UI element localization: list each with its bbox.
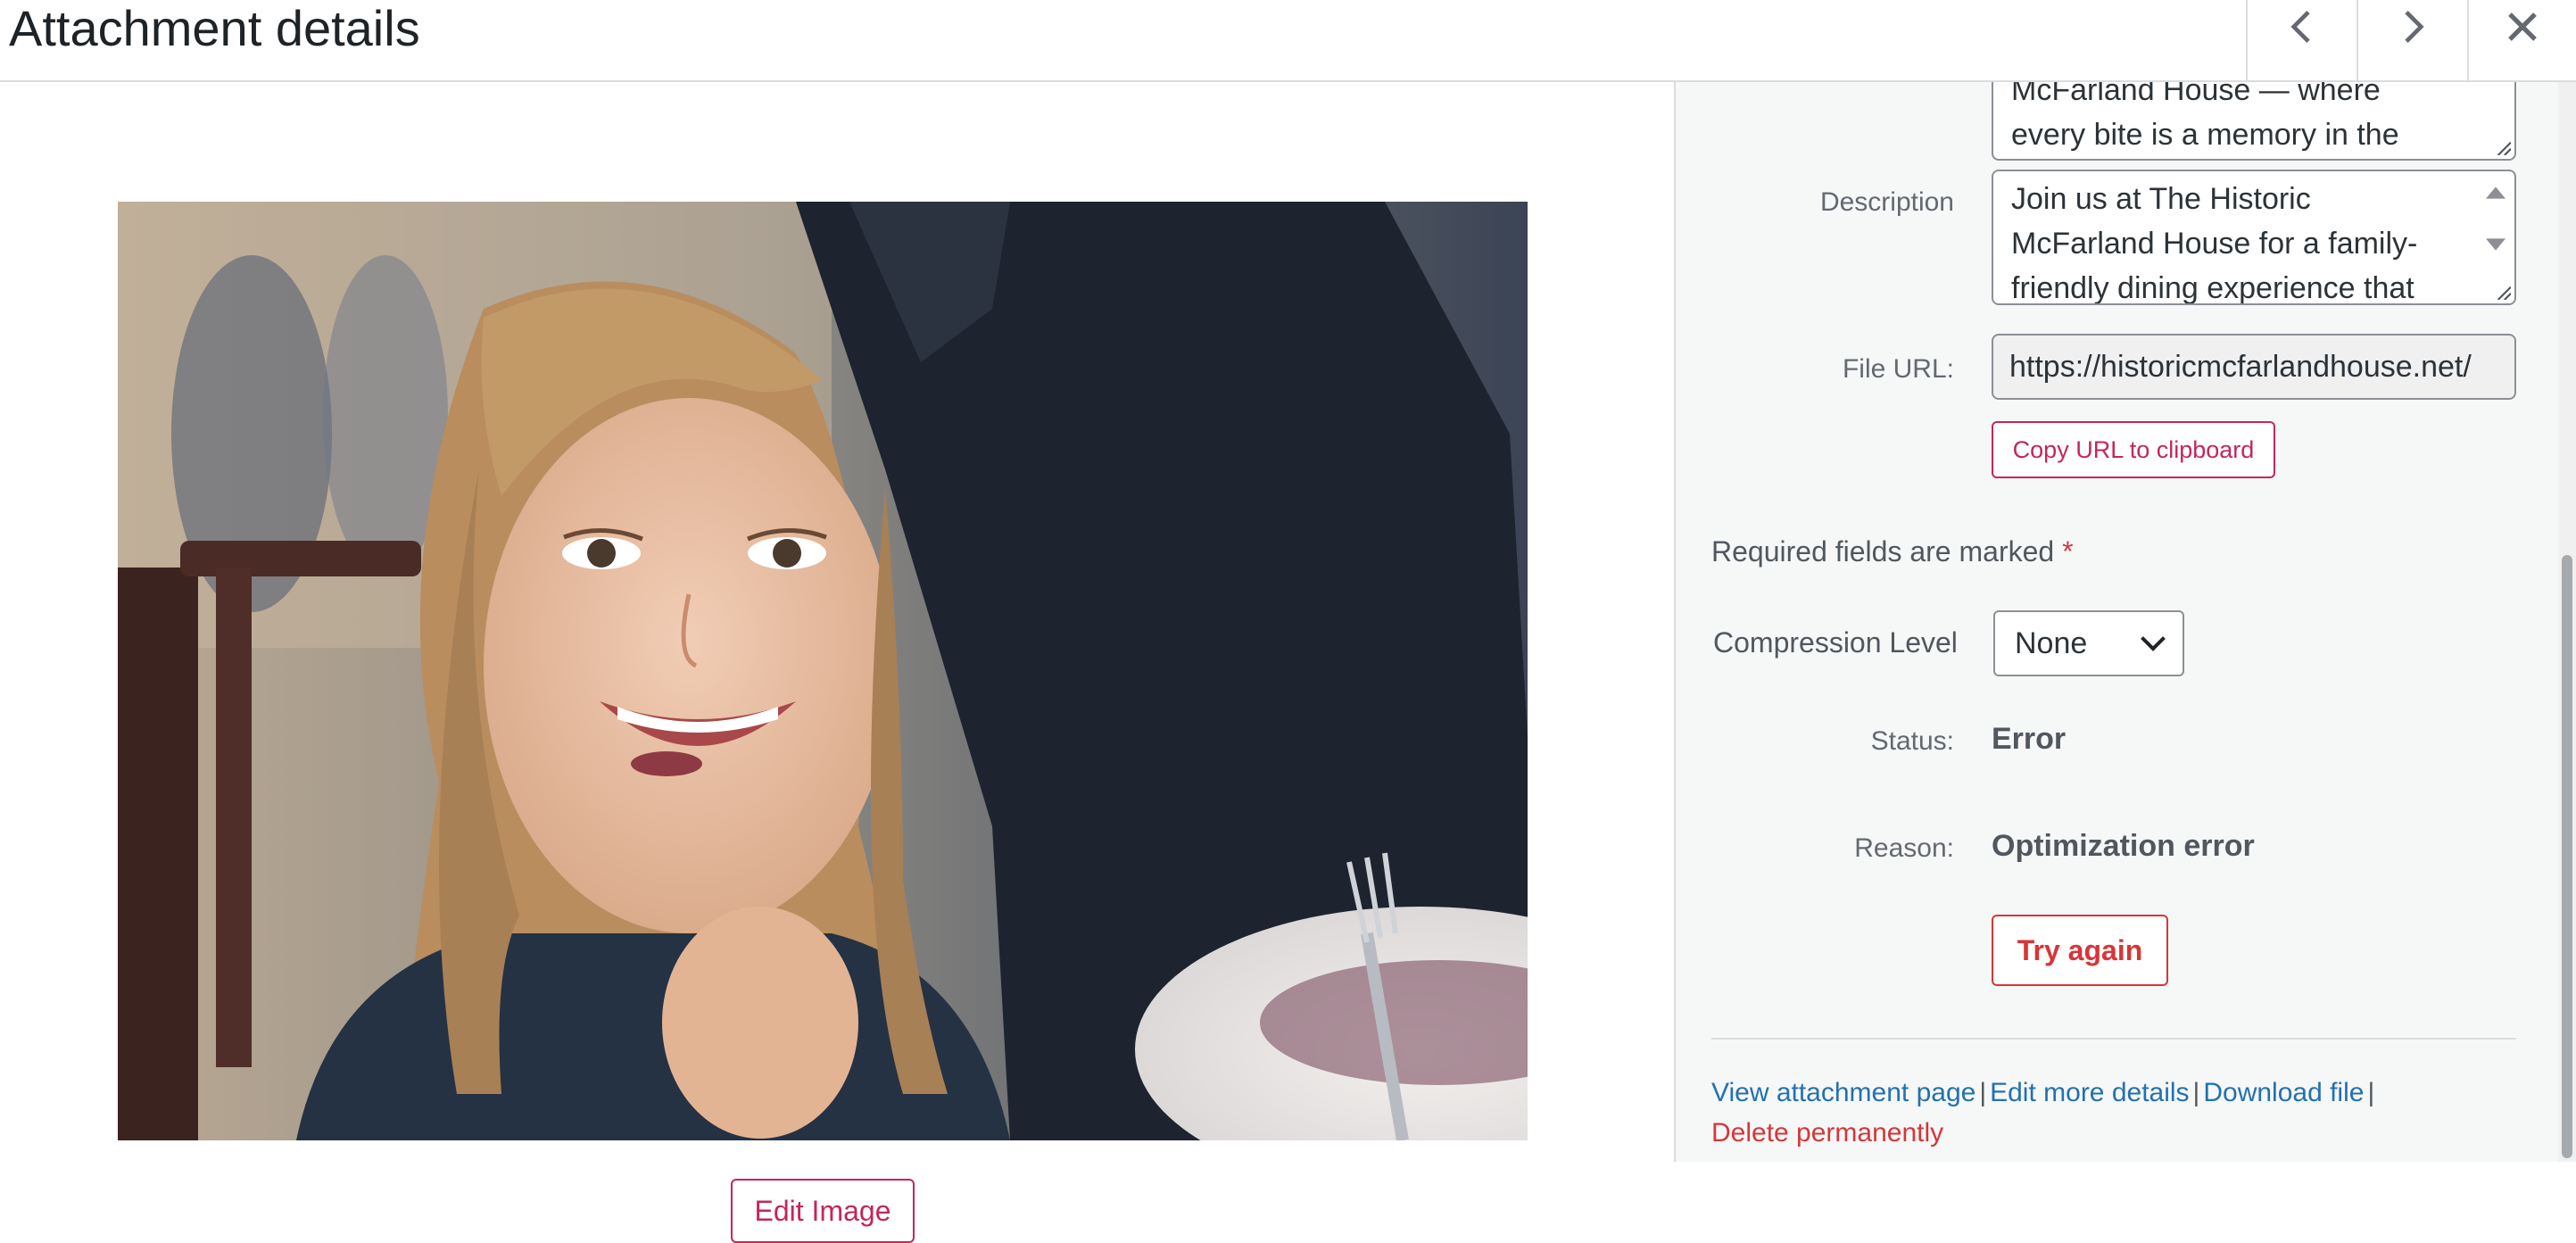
chevron-left-icon (2290, 11, 2310, 43)
download-file-link[interactable]: Download file (2203, 1078, 2364, 1107)
required-text: Required fields are marked (1711, 535, 2055, 568)
file-url-label: File URL: (1842, 354, 1954, 384)
scroll-up-icon[interactable] (2486, 186, 2506, 200)
attachment-image (118, 202, 1528, 1140)
close-button[interactable] (2467, 0, 2576, 82)
previous-button[interactable] (2246, 0, 2357, 82)
attachment-settings: McFarland House — where every bite is a … (1674, 82, 2576, 1162)
attachment-media-view: Edit Image (0, 82, 1674, 1243)
separator: | (2192, 1078, 2200, 1107)
next-button[interactable] (2357, 0, 2467, 82)
edit-image-button[interactable]: Edit Image (731, 1179, 915, 1243)
reason-label: Reason: (1854, 833, 1954, 863)
resize-grip-icon (2497, 286, 2511, 300)
description-label: Description (1819, 187, 1954, 217)
compression-level-label: Compression Level (1713, 626, 1958, 659)
try-again-button[interactable]: Try again (1992, 915, 2168, 986)
scrollbar-thumb[interactable] (2562, 555, 2572, 1158)
chevron-down-icon (2141, 636, 2166, 651)
caption-text: McFarland House — where every bite is a … (2011, 82, 2399, 152)
resize-grip-icon (2497, 141, 2511, 155)
view-attachment-link[interactable]: View attachment page (1711, 1078, 1975, 1107)
photo-illustration (118, 202, 1528, 1140)
page-title: Attachment details (9, 0, 420, 56)
description-textarea[interactable]: Join us at The Historic McFarland House … (1992, 170, 2516, 305)
modal-header: Attachment details (0, 0, 2576, 82)
status-label: Status: (1870, 726, 1954, 756)
status-value: Error (1992, 722, 2067, 756)
file-url-input[interactable]: https://historicmcfarlandhouse.net/ (1992, 334, 2516, 400)
separator: | (1979, 1078, 1987, 1107)
reason-value: Optimization error (1992, 829, 2255, 863)
scrollbar[interactable] (2558, 82, 2576, 1162)
chevron-right-icon (2405, 11, 2424, 43)
edit-more-details-link[interactable]: Edit more details (1990, 1078, 2189, 1107)
close-icon (2508, 12, 2537, 41)
copy-url-button[interactable]: Copy URL to clipboard (1992, 421, 2275, 478)
divider (1711, 1038, 2516, 1040)
description-text: Join us at The Historic McFarland House … (2011, 182, 2418, 305)
delete-permanently-link[interactable]: Delete permanently (1711, 1118, 1943, 1148)
required-star: * (2062, 535, 2074, 568)
caption-textarea[interactable]: McFarland House — where every bite is a … (1992, 82, 2516, 161)
scroll-down-icon[interactable] (2486, 237, 2506, 252)
compression-level-select[interactable]: None (1993, 610, 2184, 676)
separator: | (2367, 1078, 2375, 1107)
attachment-actions: View attachment page | Edit more details | D… (1711, 1073, 2497, 1153)
required-fields-note: Required fields are marked * (1711, 535, 2074, 568)
compression-level-value: None (2015, 626, 2088, 660)
